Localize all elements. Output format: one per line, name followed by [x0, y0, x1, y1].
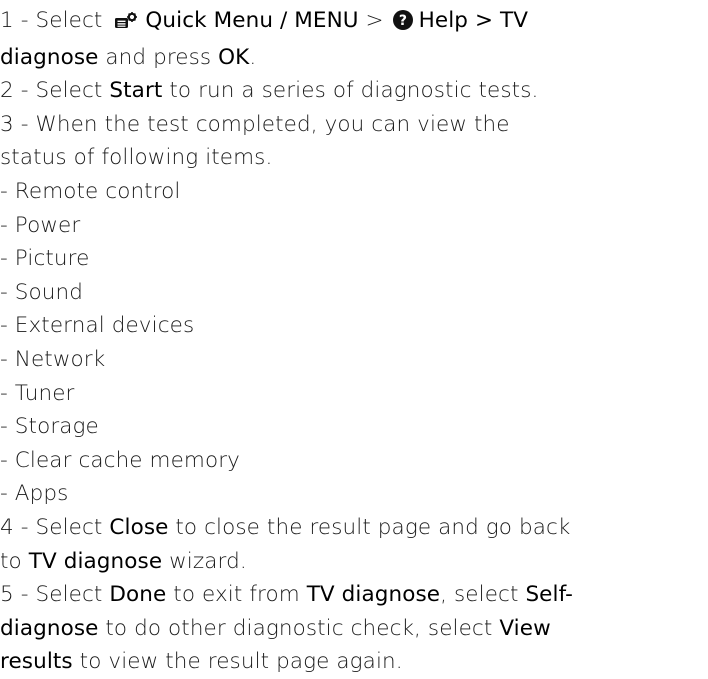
step-2: 2 - Select Start to run a series of diag…	[0, 74, 688, 108]
self-diagnose-part-2: diagnose	[0, 615, 99, 641]
list-item: - Sound	[0, 279, 83, 305]
start-label: Start	[109, 78, 163, 104]
tv-diagnose-part-2: diagnose	[0, 44, 99, 70]
list-item: - External devices	[0, 313, 195, 339]
step-text: to exit from	[166, 582, 307, 608]
ok-label: OK	[218, 44, 250, 70]
step-4-line-2: to TV diagnose wizard.	[0, 545, 688, 579]
step-text: to do other diagnostic check, select	[98, 615, 500, 641]
step-text: Select	[35, 78, 110, 104]
step-text: Select	[35, 8, 110, 33]
step-text: to close the result page and go back	[168, 514, 571, 540]
list-item: - Tuner	[0, 380, 75, 406]
help-label: Help	[418, 8, 469, 33]
step-1-line-2: diagnose and press OK.	[0, 41, 688, 75]
tv-diagnose-part-1: > TV	[468, 8, 529, 33]
view-results-part-2: results	[0, 649, 73, 675]
step-3-line-1: 3 - When the test completed, you can vie…	[0, 108, 688, 142]
list-item: - Power	[0, 212, 81, 238]
step-number: 4 -	[0, 514, 36, 540]
step-3-line-2: status of following items.	[0, 141, 688, 175]
step-number: 2 -	[0, 78, 36, 104]
self-diagnose-part-1: Self-	[525, 582, 573, 608]
list-item: - Network	[0, 346, 106, 372]
list-item: - Remote control	[0, 178, 181, 204]
list-item: - Apps	[0, 481, 69, 507]
step-number: 3 -	[0, 111, 36, 137]
step-number: 1 -	[0, 8, 36, 33]
list-item: - Clear cache memory	[0, 447, 240, 473]
help-icon: ?	[392, 7, 413, 41]
step-5-line-2: diagnose to do other diagnostic check, s…	[0, 612, 688, 646]
step-text: When the test completed, you can view th…	[35, 111, 510, 137]
step-text: Select	[35, 582, 110, 608]
list-item: - Storage	[0, 414, 99, 440]
step-text: , select	[440, 582, 526, 608]
step-1-line-1: 1 - Select Quick Menu / MENU > ? Help > T…	[0, 4, 688, 41]
step-text: status of following items.	[0, 145, 273, 171]
view-results-part-1: View	[499, 615, 551, 641]
separator: >	[358, 8, 391, 33]
quick-menu-label: Quick Menu / MENU	[145, 8, 359, 33]
step-5-line-1: 5 - Select Done to exit from TV diagnose…	[0, 578, 688, 612]
step-text: to view the result page again.	[72, 649, 403, 675]
step-text: to	[0, 548, 29, 574]
step-text: to run a series of diagnostic tests.	[162, 78, 539, 104]
step-number: 5 -	[0, 582, 36, 608]
help-document: 1 - Select Quick Menu / MENU > ? Help > T…	[0, 0, 708, 679]
svg-text:?: ?	[398, 13, 406, 29]
step-text: Select	[35, 514, 110, 540]
step-4-line-1: 4 - Select Close to close the result pag…	[0, 511, 688, 545]
done-label: Done	[109, 582, 167, 608]
tv-diagnose-label: TV diagnose	[28, 548, 163, 574]
quick-menu-icon	[115, 7, 138, 41]
close-label: Close	[109, 514, 169, 540]
step-text: .	[249, 44, 257, 70]
step-text: wizard.	[162, 548, 247, 574]
step-text: and press	[98, 44, 219, 70]
tv-diagnose-label: TV diagnose	[306, 582, 441, 608]
step-5-line-3: results to view the result page again.	[0, 645, 688, 679]
list-item: - Picture	[0, 246, 90, 272]
